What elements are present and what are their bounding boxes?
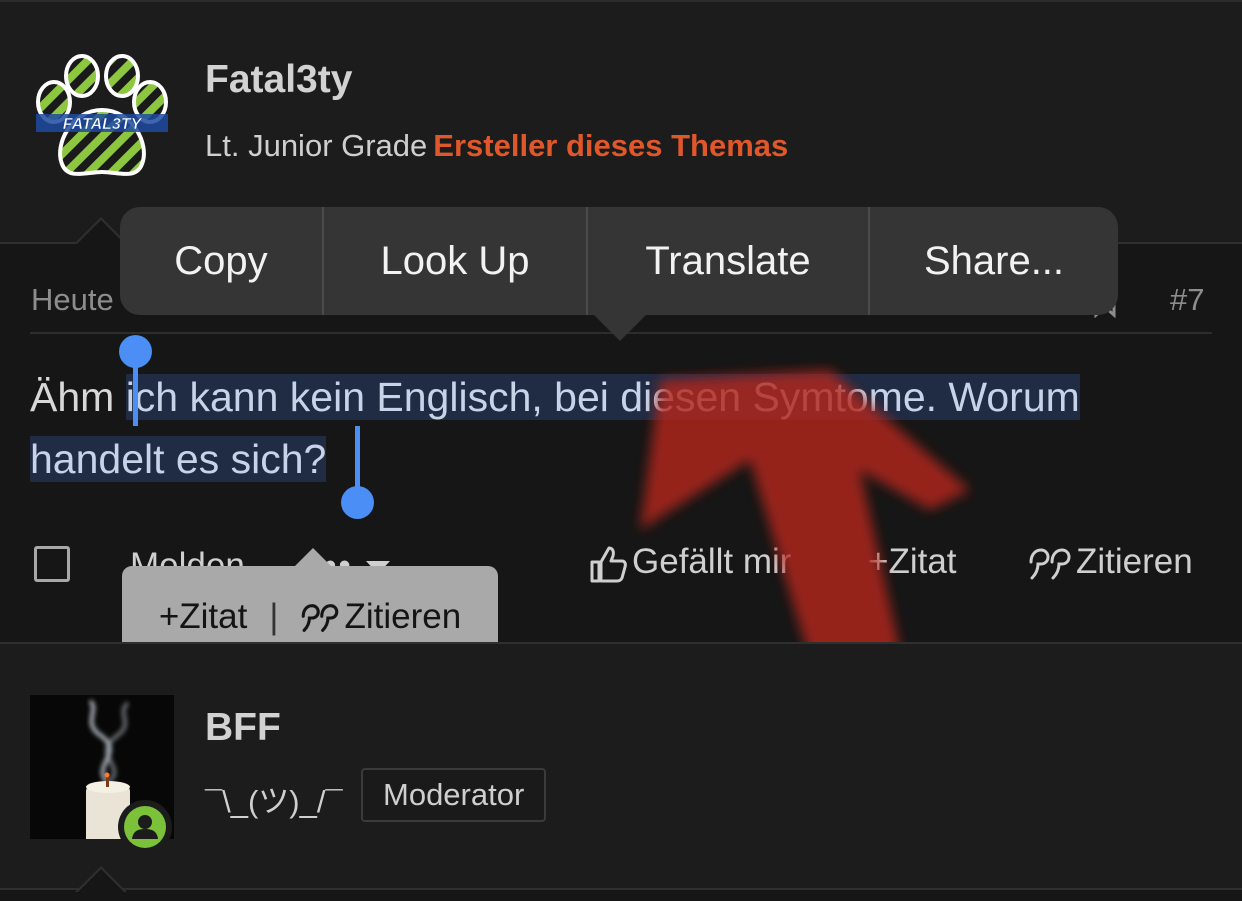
text-unselected: Ähm: [30, 374, 126, 420]
post-number[interactable]: #7: [1170, 282, 1204, 318]
multiquote-button[interactable]: +Zitat: [868, 542, 957, 582]
rank-title: Lt. Junior Grade: [205, 128, 428, 163]
quote-popup-pointer: [295, 548, 331, 566]
look-up-menu-item[interactable]: Look Up: [324, 207, 588, 315]
plus-icon: +: [868, 542, 889, 581]
popup-quote-button[interactable]: Zitieren: [300, 597, 461, 637]
avatar-logo-text: FATAL3TY: [63, 116, 143, 133]
quote-icon: [1029, 548, 1071, 580]
quote-label: Zitieren: [1076, 542, 1193, 581]
selection-end-caret: [355, 426, 360, 490]
moderator-badge: Moderator: [361, 768, 547, 822]
popup-multiquote-button[interactable]: +Zitat: [159, 597, 248, 637]
select-post-checkbox[interactable]: [34, 546, 70, 582]
post-author-name[interactable]: Fatal3ty: [205, 58, 352, 102]
post-pointer: [75, 866, 127, 893]
thread-starter-label: Ersteller dieses Themas: [433, 128, 789, 163]
like-button[interactable]: Gefällt mir: [588, 542, 791, 584]
popup-separator: |: [269, 596, 279, 636]
popup-quote-label: Zitieren: [344, 596, 462, 636]
paw-avatar[interactable]: FATAL3TY: [32, 54, 172, 184]
online-status: [118, 800, 172, 854]
post-body-text[interactable]: Ähm ich kann kein Englisch, bei diesen S…: [30, 366, 1214, 490]
author-tagline: ¯\_(ツ)_/¯: [205, 784, 343, 819]
selection-end-handle[interactable]: [341, 486, 374, 519]
plus-icon: +: [158, 596, 180, 636]
post-date[interactable]: Heute: [31, 282, 114, 318]
share-menu-item[interactable]: Share...: [870, 207, 1118, 315]
text-selection[interactable]: ich kann kein Englisch, bei diesen Symto…: [30, 374, 1080, 482]
text-context-menu: Copy Look Up Translate Share...: [120, 207, 1118, 315]
like-label: Gefällt mir: [632, 542, 792, 581]
author-rank: Lt. Junior Grade Ersteller dieses Themas: [205, 128, 788, 164]
quote-icon: [302, 604, 339, 633]
selection-start-caret: [133, 362, 138, 426]
translate-menu-item[interactable]: Translate: [588, 207, 870, 315]
thumbs-up-icon: [590, 546, 627, 583]
multiquote-label: Zitat: [888, 542, 957, 581]
next-post-header: [0, 642, 1242, 890]
popup-multiquote-label: Zitat: [179, 596, 248, 636]
quote-button[interactable]: Zitieren: [1028, 542, 1193, 582]
context-menu-pointer: [592, 313, 648, 341]
post-author-name[interactable]: BFF: [205, 706, 281, 750]
copy-menu-item[interactable]: Copy: [120, 207, 324, 315]
user-online-icon: [124, 806, 166, 848]
